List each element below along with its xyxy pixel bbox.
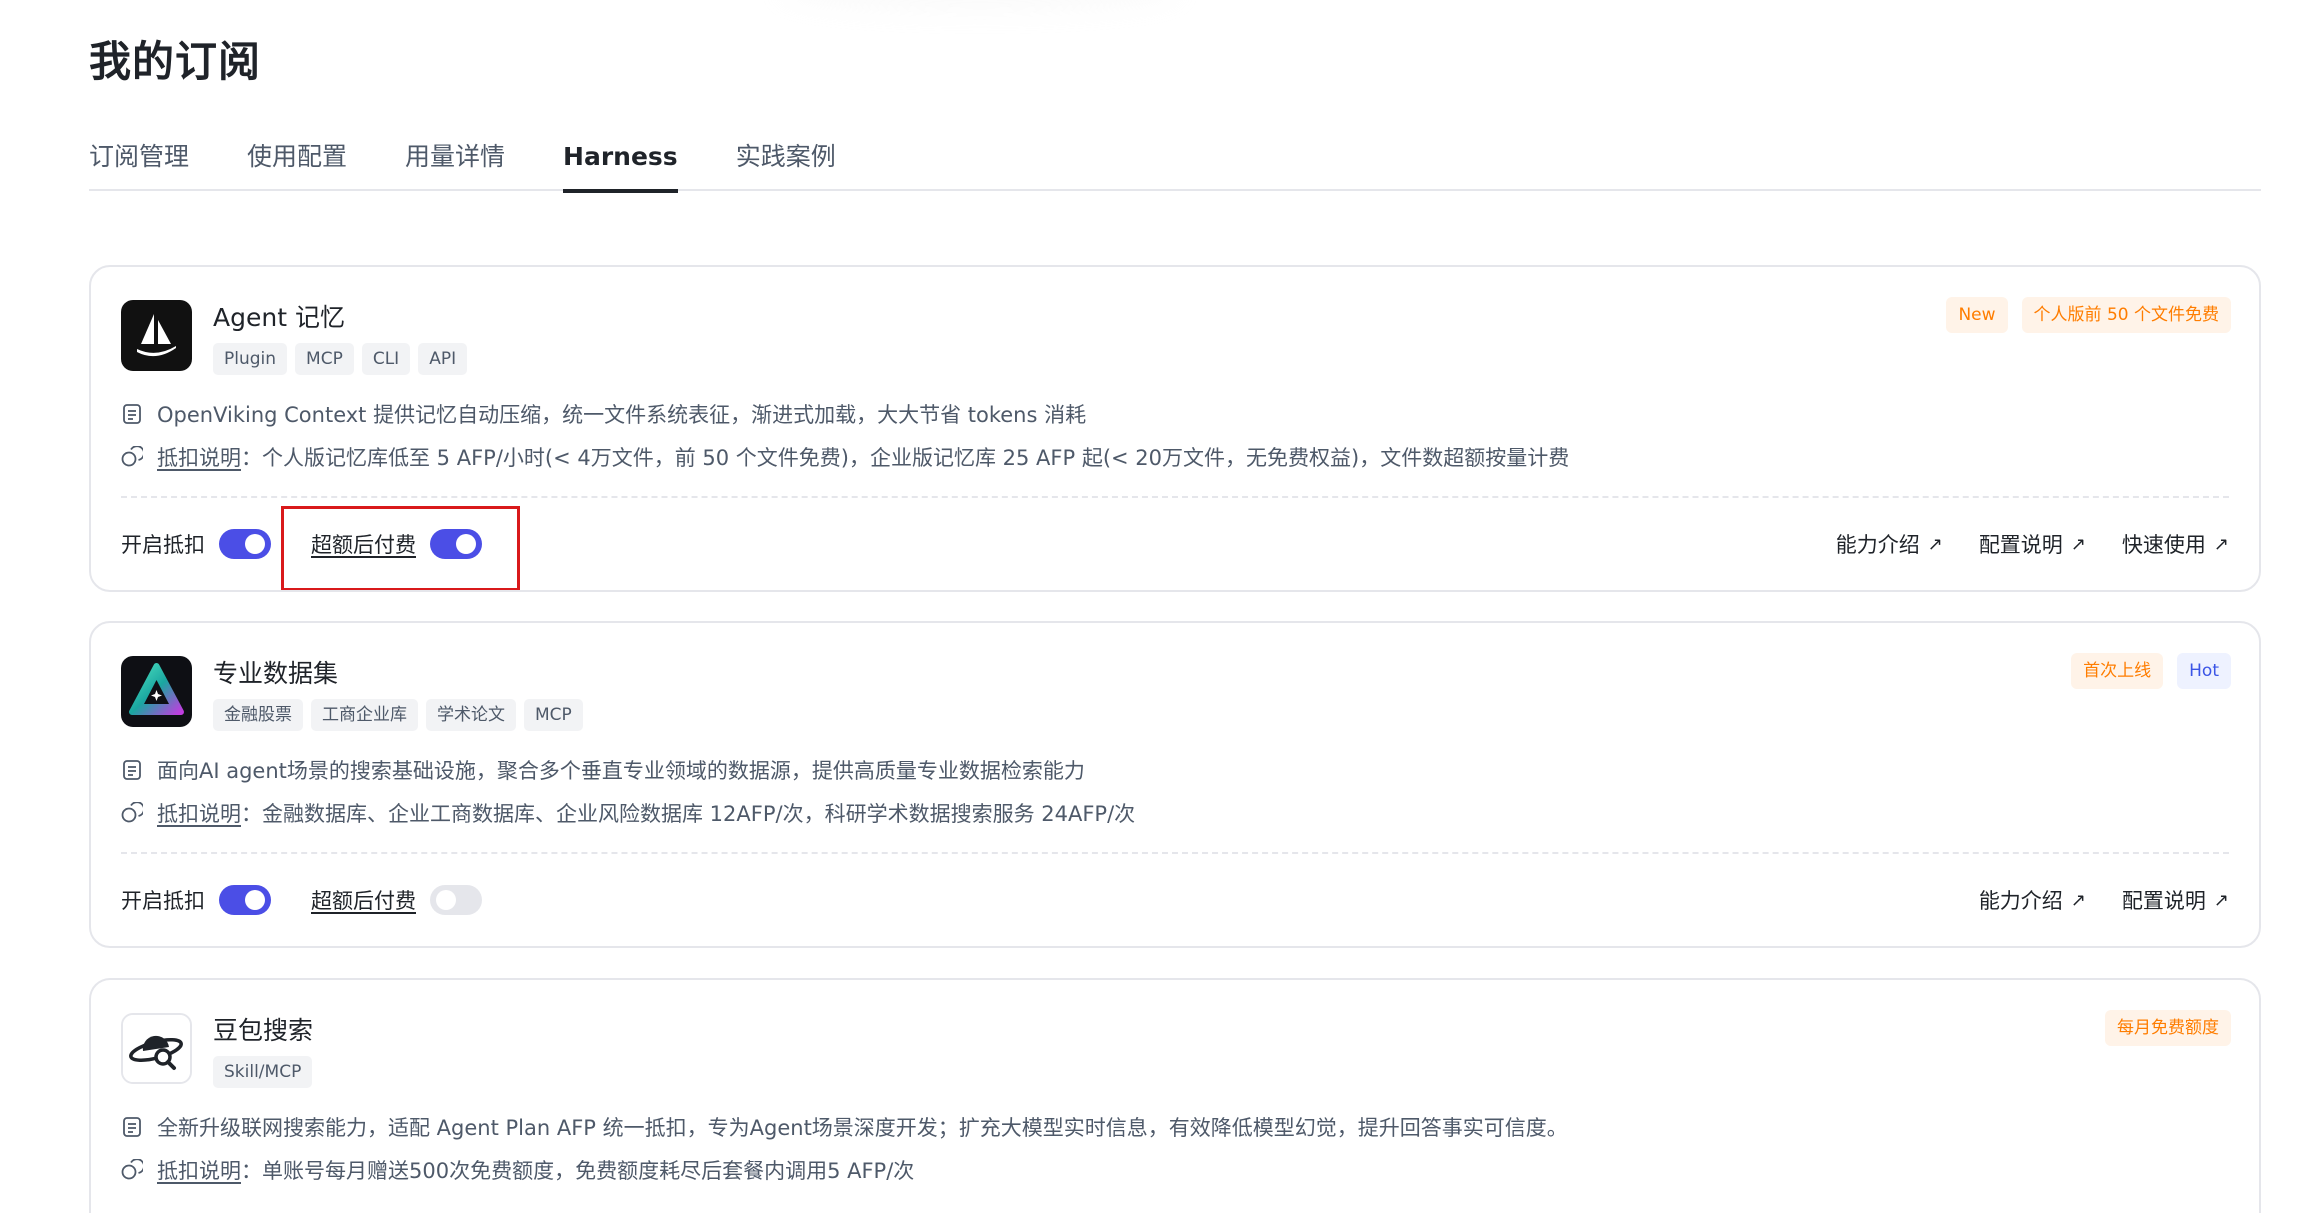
tab-usage-details[interactable]: 用量详情: [405, 130, 505, 191]
card-title: 豆包搜索: [213, 1016, 314, 1045]
enable-deduct-switch[interactable]: [219, 529, 271, 559]
deduct-row: 抵扣说明 ：金融数据库、企业工商数据库、企业风险数据库 12AFP/次，科研学术…: [121, 798, 1135, 828]
deduct-row: 抵扣说明 ：单账号每月赠送500次免费额度，免费额度耗尽后套餐内调用5 AFP/…: [121, 1155, 914, 1185]
sailboat-logo-icon: [121, 300, 192, 371]
tag: API: [418, 343, 468, 375]
link-label: 配置说明: [1978, 533, 2063, 557]
free-files-badge: 个人版前 50 个文件免费: [2021, 297, 2231, 333]
planet-search-logo-icon: [121, 1013, 192, 1084]
config-guide-link[interactable]: 配置说明 ↗: [1979, 529, 2086, 559]
switch-knob: [245, 890, 265, 910]
card-doubao-search: 豆包搜索 Skill/MCP 每月免费额度 全新升级联网搜索能力，适配 Agen…: [89, 978, 2261, 1213]
switch-knob: [436, 890, 456, 910]
document-icon: [123, 760, 141, 780]
badge-list: 首次上线 Hot: [2071, 653, 2231, 689]
toggle-group: 开启抵扣 超额后付费: [121, 880, 482, 920]
external-arrow-icon: ↗: [2213, 889, 2229, 911]
card-professional-dataset: 专业数据集 金融股票 工商企业库 学术论文 MCP 首次上线 Hot 面向AI …: [89, 621, 2261, 948]
card-title: 专业数据集: [213, 659, 339, 688]
config-guide-link[interactable]: 配置说明 ↗: [2122, 885, 2229, 915]
link-label: 能力介绍: [1978, 889, 2063, 913]
tab-bar: 订阅管理 使用配置 用量详情 Harness 实践案例: [89, 130, 2261, 193]
tag: MCP: [295, 343, 354, 375]
first-launch-badge: 首次上线: [2071, 653, 2164, 689]
card-title: Agent 记忆: [213, 303, 345, 332]
deduct-text: ：单账号每月赠送500次免费额度，免费额度耗尽后套餐内调用5 AFP/次: [241, 1159, 915, 1183]
hot-badge: Hot: [2177, 653, 2231, 689]
external-arrow-icon: ↗: [2070, 533, 2086, 555]
tag-list: Plugin MCP CLI API: [213, 343, 468, 375]
overage-postpaid-label[interactable]: 超额后付费: [311, 529, 416, 559]
external-arrow-icon: ↗: [2070, 889, 2086, 911]
tag: 金融股票: [213, 699, 303, 731]
quick-start-link[interactable]: 快速使用 ↗: [2122, 529, 2229, 559]
deduct-text: ：个人版记忆库低至 5 AFP/小时(< 4万文件，前 50 个文件免费)，企业…: [241, 446, 1570, 470]
toggle-group: 开启抵扣 超额后付费: [121, 506, 520, 590]
switch-knob: [456, 534, 476, 554]
overage-postpaid-label[interactable]: 超额后付费: [311, 885, 416, 915]
tag: MCP: [524, 699, 583, 731]
deduct-text: ：金融数据库、企业工商数据库、企业风险数据库 12AFP/次，科研学术数据搜索服…: [241, 802, 1136, 826]
new-badge: New: [1946, 297, 2008, 333]
tab-usage-config[interactable]: 使用配置: [247, 130, 347, 191]
document-icon: [123, 404, 141, 424]
monthly-free-badge: 每月免费额度: [2105, 1010, 2231, 1046]
description-text: OpenViking Context 提供记忆自动压缩，统一文件系统表征，渐进式…: [157, 403, 1087, 427]
overage-postpaid-switch[interactable]: [430, 885, 482, 915]
description-row: OpenViking Context 提供记忆自动压缩，统一文件系统表征，渐进式…: [121, 399, 1086, 429]
coins-icon: [121, 802, 143, 823]
tag-list: 金融股票 工商企业库 学术论文 MCP: [213, 699, 583, 731]
capability-intro-link[interactable]: 能力介绍 ↗: [1836, 529, 1943, 559]
deduct-explanation-link[interactable]: 抵扣说明: [157, 798, 241, 828]
description-row: 全新升级联网搜索能力，适配 Agent Plan AFP 统一抵扣，专为Agen…: [121, 1112, 1568, 1142]
external-links: 能力介绍 ↗ 配置说明 ↗: [1979, 880, 2229, 920]
tab-practice-cases[interactable]: 实践案例: [736, 130, 836, 191]
divider: [121, 852, 2229, 854]
description-text: 全新升级联网搜索能力，适配 Agent Plan AFP 统一抵扣，专为Agen…: [157, 1116, 1568, 1140]
coins-icon: [121, 1159, 143, 1180]
switch-knob: [245, 534, 265, 554]
overage-group: 超额后付费: [281, 506, 520, 590]
link-label: 快速使用: [2121, 533, 2206, 557]
deduct-explanation-link[interactable]: 抵扣说明: [157, 442, 241, 472]
divider: [121, 496, 2229, 498]
coins-icon: [121, 446, 143, 467]
tag: 学术论文: [426, 699, 516, 731]
badge-list: New 个人版前 50 个文件免费: [1946, 297, 2231, 333]
tag-list: Skill/MCP: [213, 1056, 313, 1088]
overage-postpaid-switch[interactable]: [430, 529, 482, 559]
external-links: 能力介绍 ↗ 配置说明 ↗ 快速使用 ↗: [1836, 524, 2229, 564]
tag: 工商企业库: [311, 699, 418, 731]
deduct-explanation-link[interactable]: 抵扣说明: [157, 1155, 241, 1185]
top-shadow: [780, 0, 1180, 10]
card-agent-memory: Agent 记忆 Plugin MCP CLI API New 个人版前 50 …: [89, 265, 2261, 592]
tag: Plugin: [213, 343, 288, 375]
link-label: 能力介绍: [1835, 533, 1920, 557]
tab-harness[interactable]: Harness: [563, 130, 678, 193]
document-icon: [123, 1117, 141, 1137]
tab-subscription-management[interactable]: 订阅管理: [89, 130, 189, 191]
gradient-triangle-logo-icon: [121, 656, 192, 727]
tag: Skill/MCP: [213, 1056, 313, 1088]
description-row: 面向AI agent场景的搜索基础设施，聚合多个垂直专业领域的数据源，提供高质量…: [121, 755, 1085, 785]
overage-group: 超额后付费: [311, 885, 482, 915]
tag: CLI: [361, 343, 411, 375]
external-arrow-icon: ↗: [1927, 533, 1943, 555]
enable-deduct-label: 开启抵扣: [121, 889, 205, 913]
capability-intro-link[interactable]: 能力介绍 ↗: [1979, 885, 2086, 915]
enable-deduct-label: 开启抵扣: [121, 533, 205, 557]
description-text: 面向AI agent场景的搜索基础设施，聚合多个垂直专业领域的数据源，提供高质量…: [157, 759, 1085, 783]
external-arrow-icon: ↗: [2213, 533, 2229, 555]
badge-list: 每月免费额度: [2105, 1010, 2231, 1046]
link-label: 配置说明: [2121, 889, 2206, 913]
enable-deduct-switch[interactable]: [219, 885, 271, 915]
page-title: 我的订阅: [89, 37, 262, 86]
deduct-row: 抵扣说明 ：个人版记忆库低至 5 AFP/小时(< 4万文件，前 50 个文件免…: [121, 442, 1569, 472]
page: 我的订阅 订阅管理 使用配置 用量详情 Harness 实践案例 Agent 记…: [0, 0, 2313, 1213]
